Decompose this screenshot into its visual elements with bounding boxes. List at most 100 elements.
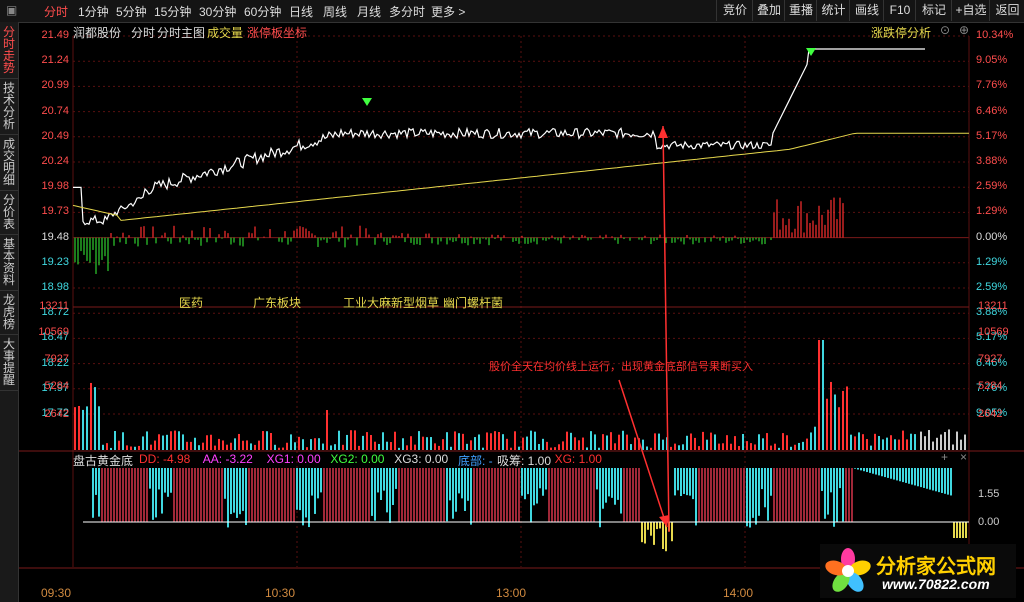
price-axis-label: 19.98 [41, 180, 69, 193]
expand-icon[interactable]: ⊕ [959, 23, 969, 37]
tab-dragon-tiger[interactable]: 龙虎榜 [0, 294, 18, 335]
percent-axis-label: 3.88% [976, 155, 1008, 167]
sector-tag[interactable]: 医药 [179, 294, 203, 311]
indicator-param: XG: 1.00 [554, 452, 602, 466]
volume-axis-label: 13211 [978, 300, 1008, 312]
chart-canvas[interactable] [19, 22, 1024, 602]
f10-button[interactable]: F10 [883, 0, 916, 21]
price-axis-label: 19.73 [41, 205, 69, 218]
volume-label[interactable]: 成交量 [207, 24, 243, 41]
volume-axis-label: 5284 [44, 380, 69, 392]
percent-axis-label: 10.34% [976, 29, 1014, 41]
percent-axis-label: 5.17% [976, 129, 1008, 142]
tab-period-day[interactable]: 日线 [289, 3, 313, 20]
sector-tag[interactable]: 工业大麻 [343, 294, 391, 311]
tab-events[interactable]: 大事提醒 [0, 338, 18, 391]
volume-axis-label: 2642 [978, 408, 1003, 420]
main-chart-label[interactable]: 分时主图 [157, 24, 205, 41]
price-axis-label: 20.74 [41, 104, 69, 117]
logo-url: www.70822.com [882, 576, 990, 592]
indicator-axis-label: 0.00 [978, 516, 1000, 528]
tab-period-fenshi[interactable]: 分时 [44, 3, 68, 20]
price-axis-label: 20.99 [41, 79, 69, 92]
tab-period-multi[interactable]: 多分时 [389, 3, 425, 20]
tab-period-30min[interactable]: 30分钟 [199, 3, 236, 20]
signal-triangle [362, 98, 372, 106]
time-label: 10:30 [265, 586, 296, 600]
sector-tag[interactable]: 幽门螺杆菌 [443, 294, 503, 311]
indicator-param: XG2: 0.00 [330, 452, 385, 466]
percent-axis-label: 1.29% [976, 255, 1008, 268]
indicator-settings-icon[interactable]: + [941, 450, 948, 464]
settings-icon[interactable]: ⊙ [940, 23, 950, 37]
time-label: 13:00 [496, 586, 527, 600]
percent-axis-label: 9.05% [976, 54, 1008, 67]
volume-axis-label: 10569 [38, 326, 69, 338]
percent-axis-label: 1.29% [976, 205, 1008, 218]
mode-label: 分时 [131, 26, 156, 40]
tab-trade-detail[interactable]: 成交明细 [0, 138, 18, 191]
tab-period-15min[interactable]: 15分钟 [154, 3, 191, 20]
percent-axis-label: 2.59% [976, 180, 1008, 193]
signal-triangle [806, 48, 816, 56]
indicator-param: XG3: 0.00 [394, 452, 449, 466]
watermark-logo: 分析家公式网 www.70822.com [820, 544, 1016, 598]
volume-axis-label: 7927 [978, 353, 1003, 365]
overlay-button[interactable]: 叠加 [752, 0, 785, 21]
corner-icon[interactable]: ▣ [6, 3, 17, 17]
stock-name: 润都股份 [73, 26, 122, 40]
logo-title: 分析家公式网 [876, 554, 996, 578]
volume-axis-label: 5284 [978, 380, 1003, 392]
tab-period-5min[interactable]: 5分钟 [116, 3, 147, 20]
time-label: 14:00 [723, 586, 754, 600]
tab-price-table[interactable]: 分价表 [0, 194, 18, 235]
annotation-arrowhead [658, 126, 668, 138]
tab-technical[interactable]: 技术分析 [0, 82, 18, 135]
price-axis-label: 19.23 [41, 255, 69, 268]
volume-axis-label: 13211 [39, 300, 69, 312]
flower-logo-icon [825, 548, 871, 592]
price-axis-label: 18.98 [41, 281, 69, 293]
tab-period-60min[interactable]: 60分钟 [244, 3, 281, 20]
tab-intraday[interactable]: 分时走势 [0, 26, 18, 79]
percent-axis-label: 2.59% [976, 281, 1008, 293]
volume-axis-label: 7927 [44, 353, 69, 365]
tab-period-week[interactable]: 周线 [323, 3, 347, 20]
percent-axis-label: 6.46% [976, 104, 1008, 117]
tab-period-1min[interactable]: 1分钟 [78, 3, 109, 20]
indicator-name[interactable]: 盘古黄金底 [73, 452, 133, 469]
volume-axis-label: 2642 [44, 408, 69, 420]
volume-axis-label: 10569 [978, 326, 1009, 338]
sector-tag[interactable]: 新型烟草 [391, 294, 439, 311]
percent-axis-label: 7.76% [976, 79, 1008, 92]
price-axis-label: 21.49 [41, 29, 69, 41]
limit-analysis-link[interactable]: 涨跌停分析 [871, 24, 931, 41]
tab-period-more[interactable]: 更多 > [431, 3, 465, 20]
draw-line-button[interactable]: 画线 [849, 0, 884, 21]
time-label: 09:30 [41, 586, 72, 600]
replay-button[interactable]: 重播 [784, 0, 817, 21]
price-axis-label: 20.49 [41, 129, 69, 142]
tab-fundamentals[interactable]: 基本资料 [0, 238, 18, 291]
indicator-param: DD: -4.98 [139, 452, 191, 466]
indicator-param: AA: -3.22 [202, 452, 253, 466]
indicator-close-icon[interactable]: × [960, 450, 967, 464]
top-toolbar: ▣ 分时 1分钟 5分钟 15分钟 30分钟 60分钟 日线 周线 月线 多分时… [0, 0, 1024, 23]
price-axis-label: 21.24 [41, 54, 69, 67]
indicator-param: 底部: - [458, 454, 493, 468]
add-watchlist-button[interactable]: +自选 [951, 0, 990, 21]
mark-button[interactable]: 标记 [915, 0, 952, 21]
tab-period-month[interactable]: 月线 [357, 3, 381, 20]
chart-area: 润都股份 分时 分时主图 成交量 涨停板坐标 涨跌停分析 ⊙ ⊕ 医药 广东板块… [19, 22, 1024, 602]
back-button[interactable]: 返回 [989, 0, 1024, 21]
limit-coord-label[interactable]: 涨停板坐标 [247, 24, 307, 41]
percent-axis-label: 0.00% [976, 230, 1008, 243]
indicator-axis-label: 1.55 [978, 488, 1000, 500]
stats-button[interactable]: 统计 [816, 0, 850, 21]
indicator-param: XG1: 0.00 [266, 452, 321, 466]
price-axis-label: 19.48 [41, 230, 69, 243]
sector-tag[interactable]: 广东板块 [253, 294, 301, 311]
price-axis-label: 20.24 [41, 155, 69, 167]
auction-button[interactable]: 竞价 [716, 0, 753, 21]
indicator-param: 吸筹: 1.00 [497, 454, 552, 468]
